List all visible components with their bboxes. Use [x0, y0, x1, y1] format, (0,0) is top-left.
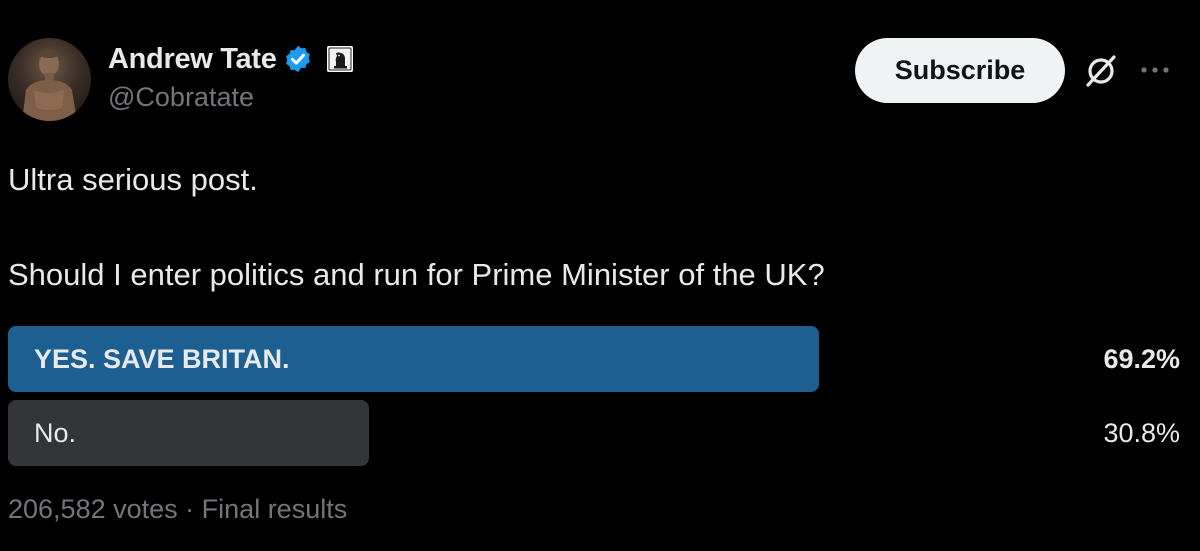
author-display-name[interactable]: Andrew Tate — [108, 43, 277, 76]
author-handle[interactable]: @Cobratate — [108, 82, 254, 113]
more-icon[interactable] — [1140, 62, 1170, 78]
subscribe-button[interactable]: Subscribe — [855, 38, 1065, 103]
poll-option-2-label: No. — [34, 418, 77, 448]
verified-badge-icon[interactable] — [283, 44, 313, 74]
poll-separator: · — [185, 494, 195, 524]
avatar[interactable] — [8, 38, 91, 121]
poll-vote-count: 206,582 votes — [8, 494, 178, 524]
poll-option-2[interactable]: No. 30.8% — [8, 400, 1180, 466]
post-text-line-1: Ultra serious post. — [8, 162, 258, 197]
post-text-line-2: Should I enter politics and run for Prim… — [8, 257, 825, 292]
poll-option-1-percent: 69.2% — [1103, 344, 1180, 374]
poll-footer: 206,582 votes · Final results — [8, 494, 347, 525]
poll-option-1[interactable]: YES. SAVE BRITAN. 69.2% — [8, 326, 1180, 392]
author-name-row: Andrew Tate — [108, 40, 355, 78]
poll-option-1-label: YES. SAVE BRITAN. — [34, 344, 290, 374]
chess-knight-icon[interactable] — [325, 44, 355, 74]
grok-icon[interactable] — [1082, 52, 1120, 90]
poll-status: Final results — [201, 494, 348, 524]
poll-option-2-percent: 30.8% — [1103, 418, 1180, 448]
